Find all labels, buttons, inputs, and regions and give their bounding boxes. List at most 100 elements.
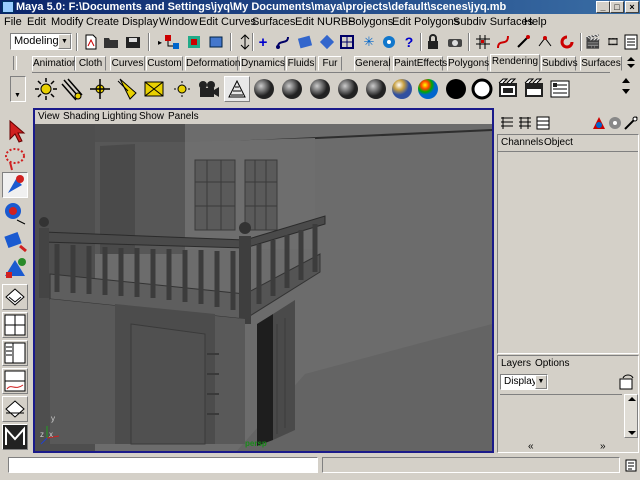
material-sphere-ramp-icon[interactable] — [416, 77, 440, 101]
ipr-render-icon[interactable]: 🎞 — [604, 33, 622, 51]
viewport-menu-view[interactable]: View — [38, 110, 60, 124]
mask-dynamics-icon[interactable] — [338, 33, 356, 51]
menu-edit-nurbs[interactable]: Edit NURBS — [295, 15, 356, 29]
shelf-scroll-up-icon[interactable] — [622, 78, 630, 83]
shelf-tab-scroll-arrows[interactable] — [624, 56, 636, 70]
four-pane-layout-icon[interactable] — [2, 312, 28, 338]
rotate-tool-icon[interactable] — [2, 228, 28, 254]
perspective-viewport[interactable]: View Shading Lighting Show Panels y z x … — [33, 108, 494, 453]
tab-fur[interactable]: Fur — [318, 56, 342, 71]
mask-all-icon[interactable]: + — [254, 33, 272, 51]
snap-point-icon[interactable] — [514, 33, 532, 51]
persp-graph-layout-icon[interactable] — [2, 368, 28, 394]
area-light-icon[interactable] — [142, 77, 166, 101]
layer-display-select[interactable]: Display ▼ — [500, 374, 548, 390]
close-button[interactable]: × — [625, 1, 639, 13]
shelf-menu-button[interactable]: ▼ — [10, 76, 26, 102]
tab-curves[interactable]: Curves — [110, 56, 145, 71]
mask-deformations-icon[interactable] — [318, 33, 336, 51]
save-scene-icon[interactable] — [124, 33, 142, 51]
layer-list-scrollbar[interactable] — [624, 394, 638, 438]
arrow-up-icon[interactable] — [627, 57, 635, 61]
mel-command-input[interactable] — [8, 457, 318, 473]
camera-icon[interactable] — [196, 77, 220, 101]
snap-curve-icon[interactable] — [494, 33, 512, 51]
menu-edit-polygons[interactable]: Edit Polygons — [392, 15, 459, 29]
directional-light-icon[interactable] — [60, 77, 84, 101]
shelf-scroll-down-icon[interactable] — [622, 89, 630, 94]
mask-curves-icon[interactable] — [274, 33, 292, 51]
minimize-button[interactable]: _ — [596, 1, 610, 13]
render-frame-icon[interactable]: 🎬 — [584, 33, 602, 51]
menu-create[interactable]: Create — [86, 15, 119, 29]
channel-box-layout-1-icon[interactable] — [498, 114, 516, 132]
material-sphere-blinn-icon[interactable] — [364, 77, 388, 101]
highlight-selection-icon[interactable] — [446, 33, 464, 51]
hypershade-layout-icon[interactable] — [2, 396, 28, 422]
material-sphere-lambert-icon[interactable] — [308, 77, 332, 101]
layer-menu-options[interactable]: Options — [535, 358, 569, 369]
menu-mode-select[interactable]: Modeling ▼ — [10, 33, 72, 50]
layer-scroll-left[interactable]: « — [528, 441, 534, 452]
material-sphere-outline-icon[interactable] — [470, 77, 494, 101]
viewport-menu-panels[interactable]: Panels — [168, 110, 199, 124]
render-current-frame-icon[interactable] — [496, 77, 520, 101]
hypershade-icon[interactable] — [224, 76, 250, 102]
help-question-icon[interactable]: ? — [400, 33, 418, 51]
select-component-icon[interactable] — [207, 33, 225, 51]
snap-grid-icon[interactable] — [474, 33, 492, 51]
move-tool-icon[interactable] — [2, 200, 28, 226]
tab-cloth[interactable]: Cloth — [75, 56, 106, 71]
scale-tool-icon[interactable] — [2, 254, 28, 280]
select-object-icon[interactable] — [185, 33, 203, 51]
persp-outliner-layout-icon[interactable] — [2, 340, 28, 366]
paint-select-tool-icon[interactable] — [2, 172, 28, 198]
material-sphere-anisotropic-icon[interactable] — [390, 77, 414, 101]
arrow-down-icon[interactable] — [627, 64, 635, 68]
tab-dynamics[interactable]: Dynamics — [240, 56, 285, 71]
menu-subdiv-surfaces[interactable]: Subdiv Surfaces — [453, 15, 533, 29]
tab-surfaces[interactable]: Surfaces — [580, 56, 622, 71]
layer-list[interactable] — [500, 394, 622, 441]
menu-help[interactable]: Help — [524, 15, 547, 29]
create-layer-icon[interactable] — [618, 373, 636, 391]
render-settings-icon[interactable] — [548, 77, 572, 101]
tab-deformation[interactable]: Deformation — [185, 56, 240, 71]
material-sphere-gray-icon[interactable] — [280, 77, 304, 101]
menu-window[interactable]: Window — [159, 15, 198, 29]
menu-edit-curves[interactable]: Edit Curves — [199, 15, 256, 29]
menu-edit[interactable]: Edit — [27, 15, 46, 29]
single-pane-layout-icon[interactable] — [2, 284, 28, 310]
tab-rendering[interactable]: Rendering — [490, 54, 540, 72]
scroll-down-icon[interactable] — [628, 431, 636, 435]
open-scene-icon[interactable] — [102, 33, 120, 51]
mask-misc-icon[interactable] — [380, 33, 398, 51]
menu-file[interactable]: File — [4, 15, 22, 29]
menu-polygons[interactable]: Polygons — [348, 15, 393, 29]
script-editor-icon[interactable] — [624, 457, 638, 473]
shelf-scroll-buttons[interactable] — [616, 76, 636, 100]
channel-box-menu-object[interactable]: Object — [544, 137, 573, 148]
material-sphere-black-icon[interactable] — [444, 77, 468, 101]
chevron-down-icon[interactable]: ▼ — [58, 34, 71, 49]
ambient-light-icon[interactable] — [34, 77, 58, 101]
spot-light-icon[interactable] — [116, 77, 140, 101]
mask-rendering-icon[interactable]: ✳ — [360, 33, 378, 51]
layer-scroll-right[interactable]: » — [600, 441, 606, 452]
tab-fluids[interactable]: Fluids — [286, 56, 316, 71]
scroll-up-icon[interactable] — [628, 397, 636, 401]
maximize-button[interactable]: □ — [610, 1, 624, 13]
tab-animation[interactable]: Animation — [32, 56, 77, 71]
select-tool-icon[interactable] — [2, 118, 28, 144]
viewport-menu-shading[interactable]: Shading — [63, 110, 100, 124]
snap-view-plane-icon[interactable] — [536, 33, 554, 51]
chevron-down-icon[interactable]: ▼ — [535, 375, 547, 389]
channel-layer-toggle-icon[interactable] — [622, 114, 640, 132]
new-scene-icon[interactable] — [82, 33, 100, 51]
channel-box-list[interactable] — [498, 151, 638, 353]
tab-polygons[interactable]: Polygons — [447, 56, 489, 71]
make-live-icon[interactable] — [558, 33, 576, 51]
lasso-tool-icon[interactable] — [2, 146, 28, 172]
channel-box-layout-3-icon[interactable] — [534, 114, 552, 132]
tab-general[interactable]: General — [354, 56, 391, 71]
